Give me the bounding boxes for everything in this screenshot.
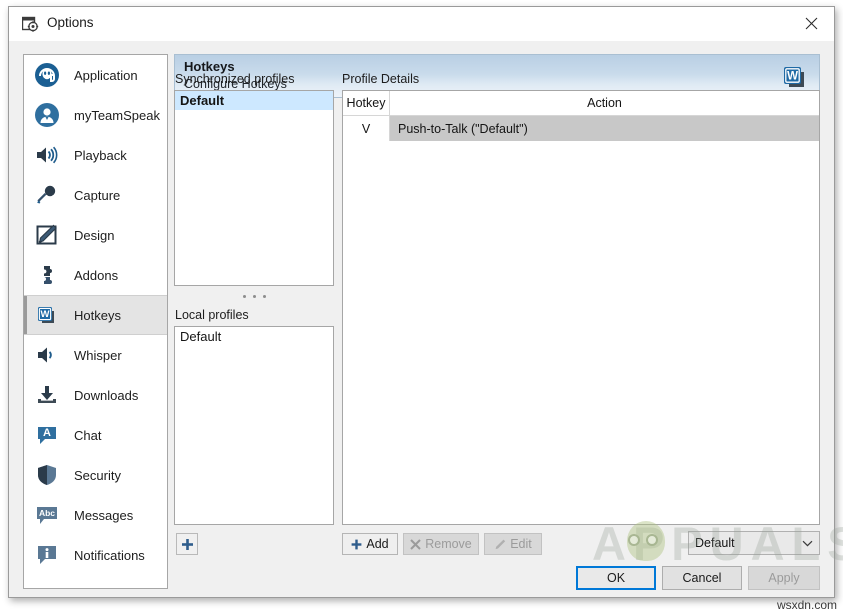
- watermark-source: wsxdn.com: [777, 598, 837, 612]
- local-profiles-label: Local profiles: [175, 308, 249, 322]
- sidebar-item-label: Chat: [74, 428, 101, 443]
- column-header-action[interactable]: Action: [390, 91, 819, 115]
- list-item[interactable]: Default: [175, 327, 333, 346]
- sidebar-item-label: Security: [74, 468, 121, 483]
- messages-abc-icon: Abc: [33, 501, 61, 529]
- sidebar-item-label: Capture: [74, 188, 120, 203]
- sidebar-item-label: Addons: [74, 268, 118, 283]
- whisper-speaker-icon: [33, 341, 61, 369]
- synchronized-profiles-list[interactable]: Default: [174, 90, 334, 286]
- pencil-icon: [494, 539, 506, 550]
- svg-text:A: A: [43, 427, 51, 439]
- edit-hotkey-label: Edit: [510, 537, 532, 551]
- settings-sidebar[interactable]: Application myTeamSpeak: [23, 54, 168, 589]
- options-dialog: Options: [8, 6, 835, 598]
- sidebar-item-label: Downloads: [74, 388, 138, 403]
- chevron-down-icon: [802, 540, 813, 547]
- sidebar-item-security[interactable]: Security: [24, 455, 167, 495]
- splitter-dot: [263, 295, 266, 298]
- apply-label: Apply: [768, 571, 799, 585]
- ok-label: OK: [607, 571, 625, 585]
- plus-icon: [181, 538, 194, 551]
- title-bar: Options: [9, 7, 834, 42]
- hotkeys-key-icon: W: [779, 61, 811, 93]
- splitter-dot: [243, 295, 246, 298]
- sidebar-item-capture[interactable]: Capture: [24, 175, 167, 215]
- sidebar-item-notifications[interactable]: Notifications: [24, 535, 167, 575]
- sidebar-item-chat[interactable]: A Chat: [24, 415, 167, 455]
- edit-hotkey-button[interactable]: Edit: [484, 533, 542, 555]
- sidebar-item-design[interactable]: Design: [24, 215, 167, 255]
- sidebar-item-label: Playback: [74, 148, 127, 163]
- remove-hotkey-label: Remove: [425, 537, 472, 551]
- svg-text:W: W: [787, 70, 798, 82]
- downloads-arrow-icon: [33, 381, 61, 409]
- cell-hotkey: V: [343, 116, 390, 141]
- sidebar-item-label: myTeamSpeak: [74, 108, 160, 123]
- cancel-label: Cancel: [683, 571, 722, 585]
- table-header-row: Hotkey Action: [343, 91, 819, 116]
- sidebar-item-downloads[interactable]: Downloads: [24, 375, 167, 415]
- sidebar-item-messages[interactable]: Abc Messages: [24, 495, 167, 535]
- list-item[interactable]: Default: [175, 91, 333, 110]
- panel-splitter-handle[interactable]: [174, 290, 334, 302]
- plus-icon: [351, 539, 362, 550]
- local-profiles-list[interactable]: Default: [174, 326, 334, 525]
- sidebar-item-addons[interactable]: Addons: [24, 255, 167, 295]
- sidebar-item-label: Application: [74, 68, 138, 83]
- sidebar-item-myteamspeak[interactable]: myTeamSpeak: [24, 95, 167, 135]
- profile-details-table[interactable]: Hotkey Action V Push-to-Talk ("Default"): [342, 90, 820, 525]
- add-profile-button[interactable]: [176, 533, 198, 555]
- add-hotkey-label: Add: [366, 537, 388, 551]
- sidebar-item-whisper[interactable]: Whisper: [24, 335, 167, 375]
- chat-bubble-icon: A: [33, 421, 61, 449]
- close-icon: [410, 539, 421, 550]
- addons-puzzle-icon: [33, 261, 61, 289]
- design-pen-icon: [33, 221, 61, 249]
- svg-text:Abc: Abc: [39, 508, 55, 518]
- playback-speaker-icon: [33, 141, 61, 169]
- apply-button[interactable]: Apply: [748, 566, 820, 590]
- capture-microphone-icon: [33, 181, 61, 209]
- sidebar-item-label: Design: [74, 228, 114, 243]
- profile-select[interactable]: Default: [688, 531, 820, 555]
- notifications-info-icon: [33, 541, 61, 569]
- add-hotkey-button[interactable]: Add: [342, 533, 398, 555]
- dialog-body: Application myTeamSpeak: [9, 41, 834, 597]
- options-gear-icon: [22, 16, 39, 32]
- sidebar-item-playback[interactable]: Playback: [24, 135, 167, 175]
- close-icon[interactable]: [788, 7, 834, 40]
- window-title: Options: [47, 15, 94, 30]
- hotkeys-key-icon: W: [33, 301, 61, 329]
- settings-pane: Hotkeys Configure Hotkeys W Synchronized…: [174, 54, 820, 584]
- sidebar-item-label: Messages: [74, 508, 133, 523]
- splitter-dot: [253, 295, 256, 298]
- sidebar-item-label: Hotkeys: [74, 308, 121, 323]
- myteamspeak-user-icon: [33, 101, 61, 129]
- synchronized-profiles-label: Synchronized profiles: [175, 72, 295, 86]
- security-shield-icon: [33, 461, 61, 489]
- svg-text:W: W: [41, 309, 50, 320]
- screen: APPUALS Options: [0, 0, 843, 614]
- ok-button[interactable]: OK: [576, 566, 656, 590]
- sidebar-item-label: Whisper: [74, 348, 122, 363]
- column-header-hotkey[interactable]: Hotkey: [343, 91, 390, 115]
- remove-hotkey-button[interactable]: Remove: [403, 533, 479, 555]
- sidebar-item-hotkeys[interactable]: W Hotkeys: [24, 295, 167, 335]
- cancel-button[interactable]: Cancel: [662, 566, 742, 590]
- cell-action: Push-to-Talk ("Default"): [390, 116, 819, 141]
- profile-details-label: Profile Details: [342, 72, 419, 86]
- sidebar-item-label: Notifications: [74, 548, 145, 563]
- sidebar-item-application[interactable]: Application: [24, 55, 167, 95]
- application-headset-icon: [33, 61, 61, 89]
- profile-select-value: Default: [695, 536, 735, 550]
- table-row[interactable]: V Push-to-Talk ("Default"): [343, 116, 819, 141]
